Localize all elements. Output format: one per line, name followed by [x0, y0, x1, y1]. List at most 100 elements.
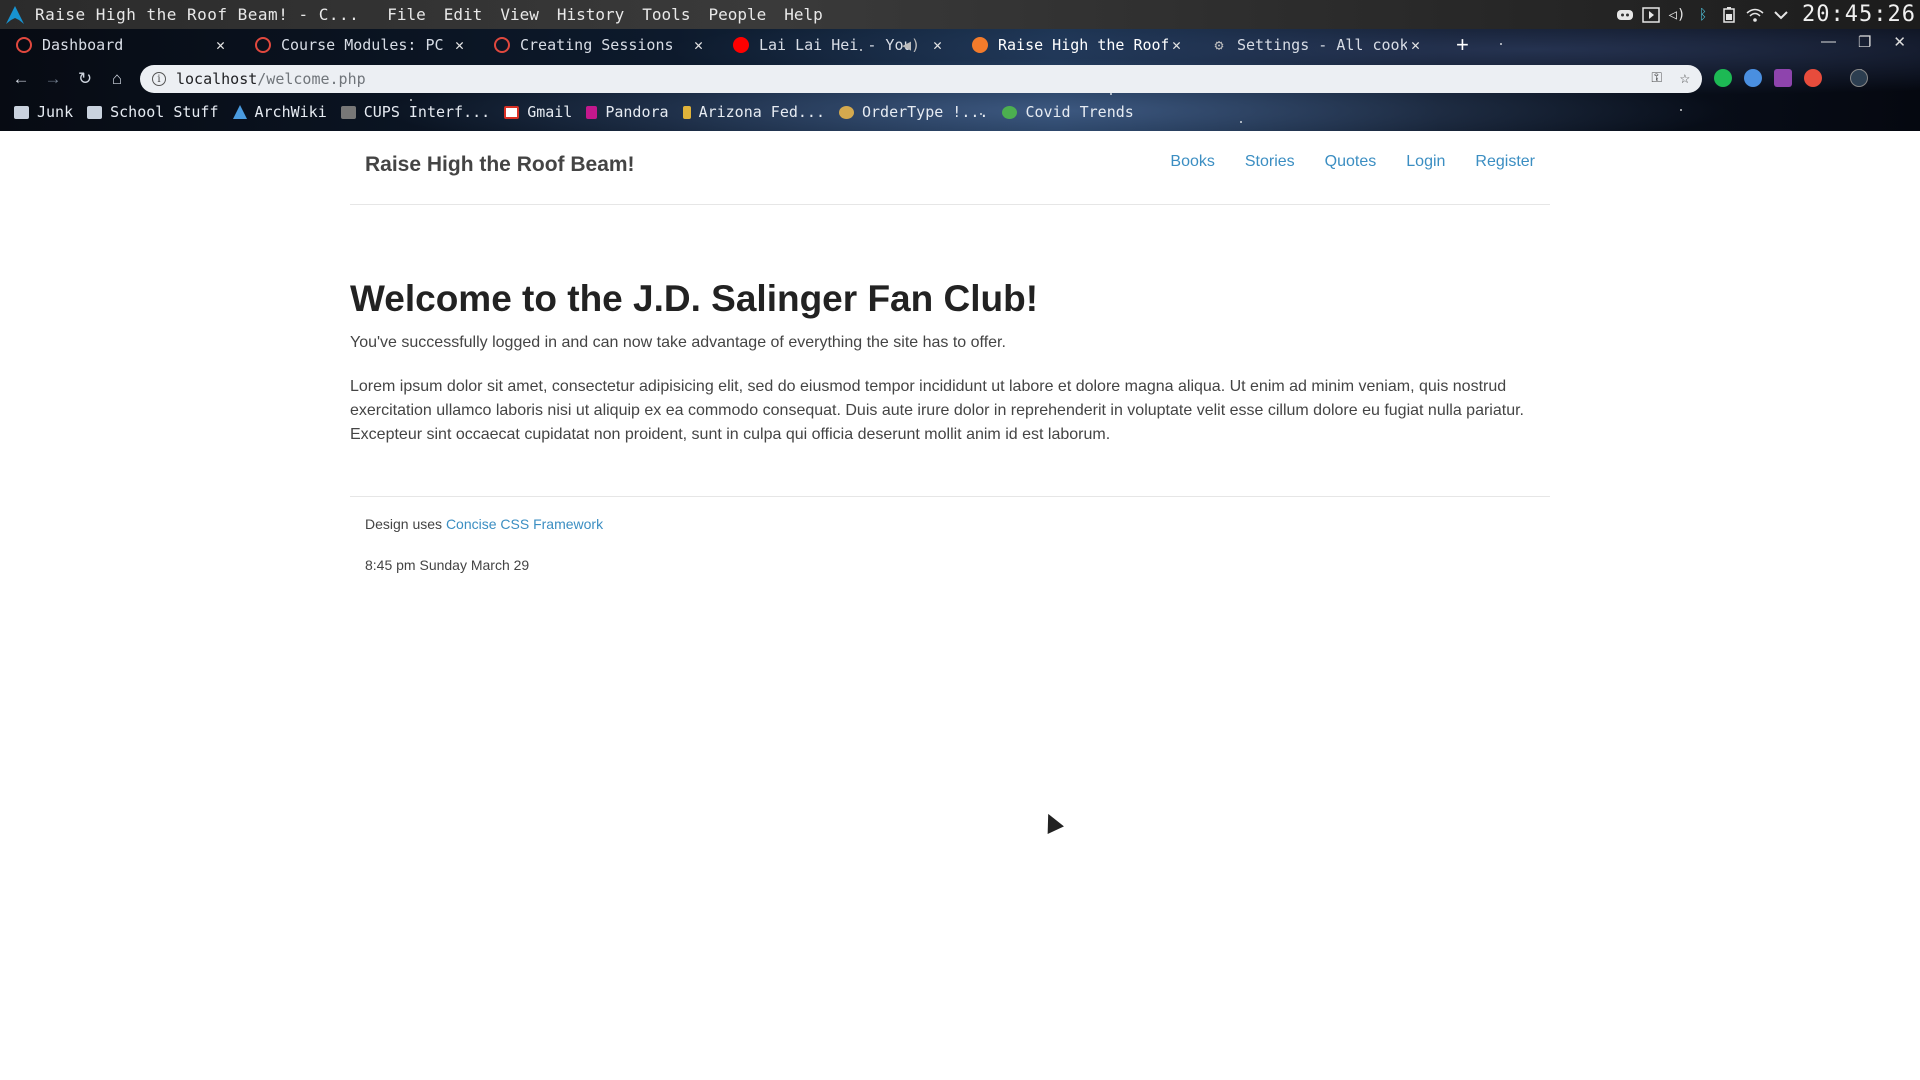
arch-linux-icon[interactable] [5, 5, 25, 25]
folder-icon [14, 105, 29, 119]
extensions-area [1714, 69, 1868, 87]
web-page: Raise High the Roof Beam! Books Stories … [0, 131, 1920, 1080]
pandora-icon [586, 105, 598, 119]
menu-view[interactable]: View [500, 5, 539, 24]
nav-register-link[interactable]: Register [1475, 153, 1535, 171]
site-info-icon[interactable]: i [152, 72, 166, 86]
ordertype-icon [839, 105, 854, 119]
bookmark-covid-trends[interactable]: Covid Trends [1002, 103, 1134, 121]
site-nav: Books Stories Quotes Login Register [1170, 153, 1535, 171]
forward-arrow-icon[interactable]: → [42, 68, 64, 90]
menu-file[interactable]: File [387, 5, 426, 24]
bookmark-pandora[interactable]: Pandora [586, 103, 669, 121]
bookmark-label: Pandora [605, 103, 669, 121]
bookmark-star-icon[interactable]: ☆ [1680, 68, 1690, 88]
canvas-icon [16, 37, 32, 53]
nav-stories-link[interactable]: Stories [1245, 153, 1295, 171]
discord-icon[interactable] [1616, 7, 1634, 23]
close-icon[interactable]: ✕ [216, 36, 225, 54]
page-heading: Welcome to the J.D. Salinger Fan Club! [350, 278, 1039, 319]
close-icon[interactable]: ✕ [694, 36, 703, 54]
bookmark-label: Arizona Fed... [698, 103, 825, 121]
reload-icon[interactable]: ↻ [74, 68, 96, 90]
bookmark-gmail[interactable]: Gmail [504, 103, 572, 121]
window-title: Raise High the Roof Beam! - C... [35, 5, 360, 24]
app-menu-bar: File Edit View History Tools People Help [387, 5, 841, 24]
bookmark-cups[interactable]: CUPS Interf... [340, 103, 491, 121]
wifi-icon[interactable] [1746, 7, 1764, 23]
extension-globe-icon[interactable] [1744, 69, 1762, 87]
speaker-icon[interactable]: ◀) [902, 36, 920, 54]
tab-label: Course Modules: PC [281, 36, 444, 54]
new-tab-button[interactable]: + [1456, 32, 1469, 58]
chevron-down-icon[interactable] [1772, 7, 1790, 23]
extension-green-icon[interactable] [1714, 69, 1732, 87]
media-play-icon[interactable] [1642, 6, 1660, 23]
site-header: Raise High the Roof Beam! Books Stories … [350, 131, 1550, 205]
nav-quotes-link[interactable]: Quotes [1325, 153, 1377, 171]
folder-icon [87, 105, 103, 119]
bookmark-label: CUPS Interf... [363, 103, 491, 121]
credits-prefix: Design uses [365, 516, 443, 532]
concise-css-link[interactable]: Concise CSS Framework [446, 516, 603, 532]
menu-tools[interactable]: Tools [642, 5, 690, 24]
close-window-icon[interactable]: ✕ [1893, 33, 1906, 51]
bluetooth-icon[interactable]: ᛒ [1694, 7, 1712, 23]
site-footer: Design uses Concise CSS Framework 8:45 p… [350, 496, 1550, 573]
bookmark-archwiki[interactable]: ArchWiki [232, 103, 327, 121]
bookmark-label: Gmail [527, 103, 573, 121]
bookmark-label: OrderType !... [862, 103, 989, 121]
gmail-icon [504, 105, 520, 119]
tab-settings[interactable]: ⚙ Settings - All cook ✕ [1195, 29, 1434, 61]
arch-icon [232, 105, 247, 119]
extension-purple-icon[interactable] [1774, 69, 1792, 87]
tab-label: Settings - All cook [1237, 36, 1407, 54]
window-controls: — ❐ ✕ [1821, 33, 1906, 51]
bookmarks-bar: Junk School Stuff ArchWiki CUPS Interf..… [0, 95, 1920, 129]
menu-edit[interactable]: Edit [444, 5, 483, 24]
tab-creating-sessions[interactable]: Creating Sessions ✕ [478, 29, 717, 61]
tab-label: Raise High the Roof [998, 36, 1168, 54]
extension-red-icon[interactable] [1804, 69, 1822, 87]
canvas-icon [255, 37, 271, 53]
key-icon[interactable]: ⚿ [1651, 70, 1662, 86]
nav-login-link[interactable]: Login [1406, 153, 1445, 171]
tab-course-modules[interactable]: Course Modules: PC ✕ [239, 29, 478, 61]
footer-date: 8:45 pm Sunday March 29 [365, 557, 530, 573]
close-icon[interactable]: ✕ [1172, 36, 1181, 54]
bookmark-school-stuff[interactable]: School Stuff [87, 103, 219, 121]
system-tray: ◁) ᛒ 20:45:26 [1616, 0, 1916, 29]
home-icon[interactable]: ⌂ [106, 68, 128, 90]
volume-icon[interactable]: ◁) [1668, 7, 1686, 23]
tab-raise-high-the-roof[interactable]: Raise High the Roof ✕ [956, 29, 1195, 61]
close-icon[interactable]: ✕ [1411, 36, 1420, 54]
system-clock: 20:45:26 [1802, 2, 1916, 27]
menu-people[interactable]: People [708, 5, 766, 24]
tab-strip: Dashboard ✕ Course Modules: PC ✕ Creatin… [0, 29, 1920, 61]
close-icon[interactable]: ✕ [455, 36, 464, 54]
canvas-icon [494, 37, 510, 53]
gear-icon: ⚙ [1214, 36, 1224, 54]
tab-dashboard[interactable]: Dashboard ✕ [0, 29, 239, 61]
footer-credits: Design uses Concise CSS Framework [365, 516, 603, 532]
back-arrow-icon[interactable]: ← [10, 68, 32, 90]
site-title[interactable]: Raise High the Roof Beam! [365, 153, 635, 177]
menu-help[interactable]: Help [784, 5, 823, 24]
navigation-row: ← → ↻ ⌂ i localhost/welcome.php ⚿ ☆ [0, 63, 1920, 95]
menu-history[interactable]: History [557, 5, 624, 24]
login-success-message: You've successfully logged in and can no… [350, 334, 1006, 351]
battery-icon[interactable] [1720, 6, 1738, 23]
maximize-icon[interactable]: ❐ [1858, 33, 1871, 51]
bookmark-label: ArchWiki [254, 103, 327, 121]
minimize-icon[interactable]: — [1821, 33, 1836, 51]
close-icon[interactable]: ✕ [933, 36, 942, 54]
profile-avatar[interactable] [1850, 69, 1868, 87]
tab-youtube[interactable]: Lai Lai Hei - You ◀) ✕ [717, 29, 956, 61]
address-bar[interactable]: i localhost/welcome.php ⚿ ☆ [140, 65, 1702, 93]
bookmark-arizona-fed[interactable]: Arizona Fed... [682, 103, 825, 121]
bookmark-junk[interactable]: Junk [14, 103, 73, 121]
browser-chrome: Dashboard ✕ Course Modules: PC ✕ Creatin… [0, 29, 1920, 131]
bookmark-ordertype[interactable]: OrderType !... [839, 103, 988, 121]
site-icon [972, 37, 988, 53]
nav-books-link[interactable]: Books [1170, 153, 1214, 171]
